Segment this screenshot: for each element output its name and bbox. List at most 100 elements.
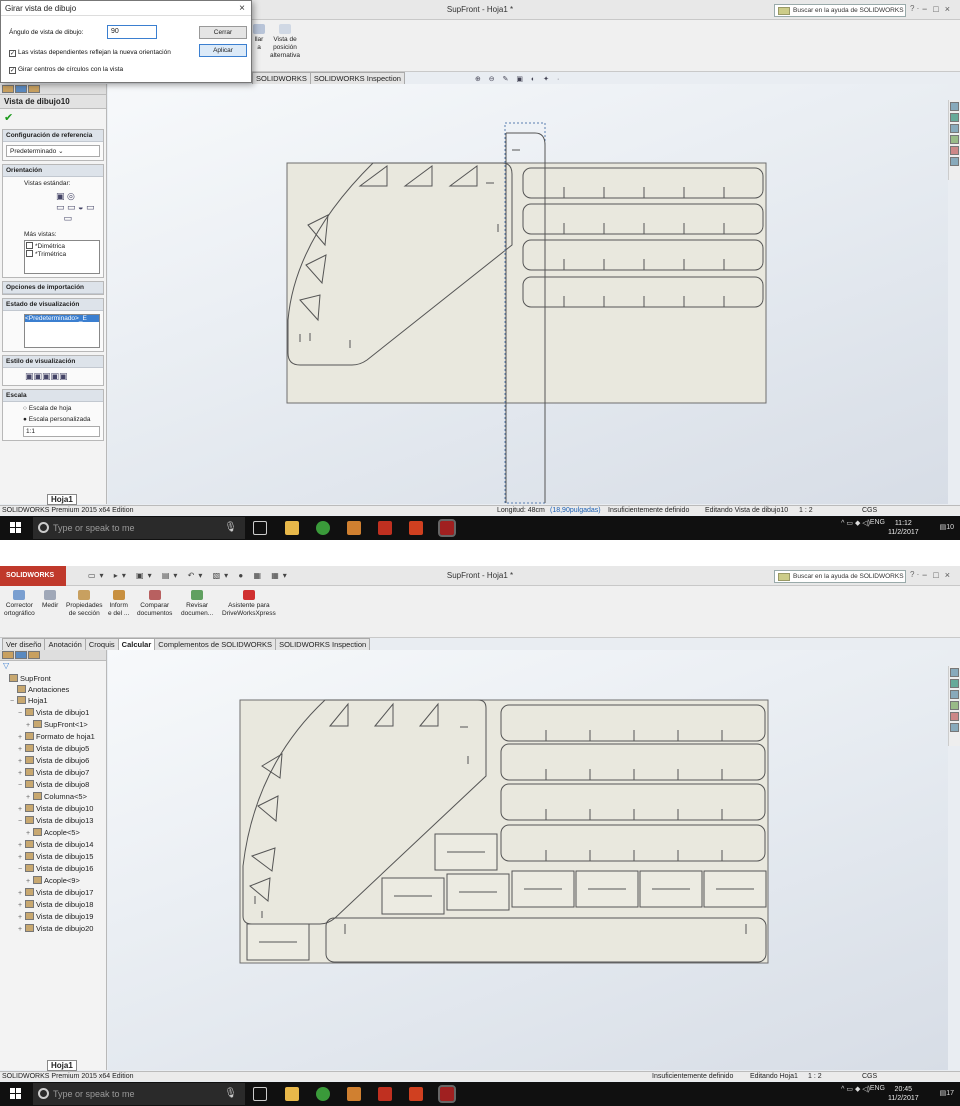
- clock[interactable]: 11:12 11/2/2017: [888, 519, 919, 537]
- system-tray-icons[interactable]: ^ ▭ ◆ ◁): [841, 519, 870, 527]
- solidworks-active-icon[interactable]: [438, 1085, 456, 1103]
- tree-item[interactable]: + Vista de dibujo20: [2, 923, 104, 935]
- tree-item[interactable]: + Acople<5>: [2, 827, 104, 839]
- tree-item[interactable]: + Vista de dibujo14: [2, 839, 104, 851]
- angle-input[interactable]: 90: [107, 25, 157, 39]
- section-header[interactable]: Opciones de importación: [3, 282, 103, 294]
- status-units[interactable]: CGS: [862, 507, 877, 514]
- tree-item[interactable]: + Formato de hoja1: [2, 731, 104, 743]
- tree-item[interactable]: + Vista de dibujo15: [2, 851, 104, 863]
- tree-item[interactable]: SupFront: [2, 673, 104, 684]
- expand-toggle-icon[interactable]: +: [26, 792, 33, 803]
- display-style-buttons[interactable]: ▣▣▣▣▣: [3, 368, 103, 385]
- clock[interactable]: 20:45 11/2/2017: [888, 1085, 919, 1103]
- expand-toggle-icon[interactable]: +: [18, 840, 25, 851]
- dependent-views-checkbox[interactable]: ✓ Las vistas dependientes reflejan la nue…: [9, 49, 171, 57]
- system-tray-icons[interactable]: ^ ▭ ◆ ◁): [841, 1085, 870, 1093]
- close-button[interactable]: Cerrar: [199, 26, 247, 39]
- expand-toggle-icon[interactable]: +: [18, 924, 25, 935]
- tree-item[interactable]: + Vista de dibujo10: [2, 803, 104, 815]
- tree-item[interactable]: − Vista de dibujo13: [2, 815, 104, 827]
- property-tab-icon[interactable]: [15, 651, 27, 659]
- language-indicator[interactable]: ENG: [870, 519, 885, 526]
- sheet-tab[interactable]: Hoja1: [47, 1060, 77, 1071]
- tree-item[interactable]: − Vista de dibujo8: [2, 779, 104, 791]
- section-header[interactable]: Configuración de referencia: [3, 130, 103, 142]
- list-item[interactable]: *Trimétrica: [26, 250, 98, 258]
- config-tab-icon[interactable]: [28, 651, 40, 659]
- sheet-tab[interactable]: Hoja1: [47, 494, 77, 505]
- scale-select[interactable]: 1:1: [23, 426, 100, 437]
- expand-toggle-icon[interactable]: +: [18, 912, 25, 923]
- expand-toggle-icon[interactable]: +: [18, 744, 25, 755]
- tree-item[interactable]: + Columna<5>: [2, 791, 104, 803]
- chrome-icon[interactable]: [316, 521, 330, 535]
- config-select[interactable]: Predeterminado ⌄: [6, 145, 100, 157]
- file-explorer-icon[interactable]: [285, 1087, 299, 1101]
- checkbox[interactable]: [26, 242, 33, 249]
- tree-item[interactable]: + Vista de dibujo19: [2, 911, 104, 923]
- rotate-circles-checkbox[interactable]: ✓ Girar centros de círculos con la vista: [9, 66, 123, 74]
- list-item[interactable]: *Dimétrica: [26, 242, 98, 250]
- file-explorer-icon[interactable]: [285, 521, 299, 535]
- expand-toggle-icon[interactable]: +: [18, 804, 25, 815]
- checkbox[interactable]: [26, 250, 33, 257]
- expand-toggle-icon[interactable]: −: [18, 780, 25, 791]
- expand-toggle-icon[interactable]: −: [10, 696, 17, 707]
- notifications-icon[interactable]: ▤10: [940, 523, 954, 531]
- tree-item[interactable]: + SupFront<1>: [2, 719, 104, 731]
- expand-toggle-icon[interactable]: +: [26, 720, 33, 731]
- scale-sheet-radio[interactable]: ○ Escala de hoja: [23, 405, 100, 412]
- solidworks-app-icon[interactable]: [378, 1087, 392, 1101]
- chrome-icon[interactable]: [316, 1087, 330, 1101]
- microphone-icon[interactable]: 🎙: [224, 1088, 237, 1099]
- status-scale[interactable]: 1 : 2: [799, 507, 813, 514]
- windows-start-icon[interactable]: [10, 522, 22, 534]
- powerpoint-icon[interactable]: [409, 521, 423, 535]
- tree-item[interactable]: − Hoja1: [2, 695, 104, 707]
- section-header[interactable]: Estilo de visualización: [3, 356, 103, 368]
- section-header[interactable]: Escala: [3, 390, 103, 402]
- expand-toggle-icon[interactable]: +: [18, 768, 25, 779]
- tree-item[interactable]: + Vista de dibujo7: [2, 767, 104, 779]
- microphone-icon[interactable]: 🎙: [224, 522, 237, 533]
- property-tab-icon[interactable]: [15, 85, 27, 93]
- status-scale[interactable]: 1 : 2: [808, 1073, 822, 1080]
- manager-tabs[interactable]: [0, 650, 106, 661]
- tree-item[interactable]: − Vista de dibujo16: [2, 863, 104, 875]
- expand-toggle-icon[interactable]: −: [18, 816, 25, 827]
- section-header[interactable]: Estado de visualización: [3, 299, 103, 311]
- expand-toggle-icon[interactable]: +: [18, 756, 25, 767]
- expand-toggle-icon[interactable]: +: [18, 900, 25, 911]
- more-views-list[interactable]: *Dimétrica *Trimétrica: [24, 240, 100, 274]
- expand-toggle-icon[interactable]: +: [18, 732, 25, 743]
- task-view-icon[interactable]: [253, 1087, 267, 1101]
- feature-tree-tab-icon[interactable]: [2, 651, 14, 659]
- manager-tabs[interactable]: [0, 84, 106, 95]
- cortana-search-input[interactable]: Type or speak to me 🎙: [33, 1083, 245, 1105]
- status-length-inches[interactable]: (18,90pulgadas): [550, 507, 601, 514]
- ok-check-icon[interactable]: ✔: [0, 109, 106, 126]
- tree-item[interactable]: + Vista de dibujo6: [2, 755, 104, 767]
- config-tab-icon[interactable]: [28, 85, 40, 93]
- language-indicator[interactable]: ENG: [870, 1085, 885, 1092]
- task-view-icon[interactable]: [253, 521, 267, 535]
- tree-item[interactable]: − Vista de dibujo1: [2, 707, 104, 719]
- tree-item[interactable]: Anotaciones: [2, 684, 104, 695]
- status-units[interactable]: CGS: [862, 1073, 877, 1080]
- apply-button[interactable]: Aplicar: [199, 44, 247, 57]
- windows-start-icon[interactable]: [10, 1088, 22, 1100]
- filter-icon[interactable]: ▽: [0, 661, 106, 671]
- expand-toggle-icon[interactable]: +: [26, 828, 33, 839]
- tree-item[interactable]: + Vista de dibujo5: [2, 743, 104, 755]
- expand-toggle-icon[interactable]: +: [26, 876, 33, 887]
- expand-toggle-icon[interactable]: −: [18, 708, 25, 719]
- solidworks-app-icon[interactable]: [378, 521, 392, 535]
- solidworks-active-icon[interactable]: [438, 519, 456, 537]
- expand-toggle-icon[interactable]: +: [18, 852, 25, 863]
- expand-toggle-icon[interactable]: +: [18, 888, 25, 899]
- close-icon[interactable]: ×: [239, 3, 245, 14]
- matlab-icon[interactable]: [347, 521, 361, 535]
- cortana-search-input[interactable]: Type or speak to me 🎙: [33, 517, 245, 539]
- display-state-list[interactable]: <Predeterminado>_E: [24, 314, 100, 348]
